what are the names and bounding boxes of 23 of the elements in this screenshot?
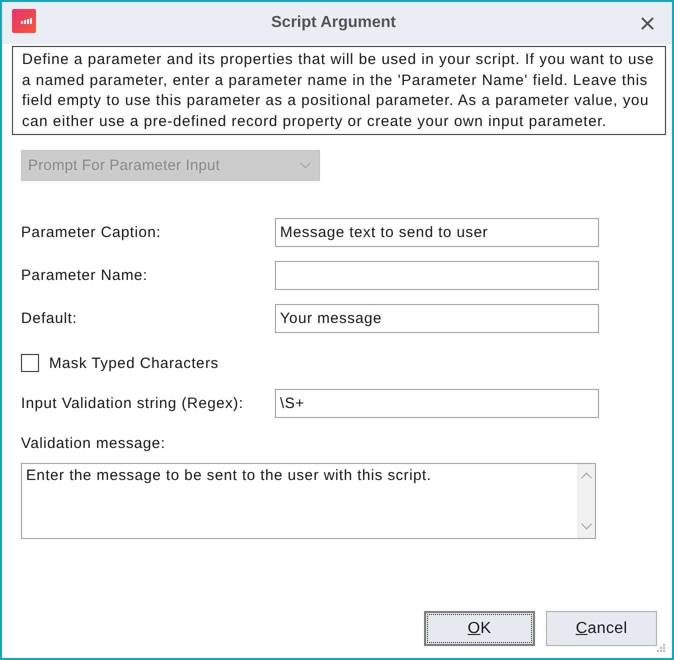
field-label: Validation message: [21,435,166,452]
checkbox-label[interactable]: Mask Typed Characters [49,354,219,372]
text-input-field[interactable] [275,261,599,290]
resize-grip-icon[interactable] [656,643,665,652]
window-title: Script Argument [270,14,397,32]
cancel-button[interactable]: Cancel [546,611,657,646]
checkbox[interactable] [21,354,39,372]
close-icon[interactable] [641,16,654,30]
text-input-field[interactable]: Your message [275,304,599,333]
vertical-scrollbar[interactable] [577,464,595,538]
signal-bars-icon [12,9,36,33]
field-label: Parameter Name: [21,267,149,284]
chevron-down-icon [300,162,311,169]
text-input-field[interactable]: Message text to send to user [275,218,599,247]
field-label: Default: [21,310,78,327]
text-input-field[interactable]: \S+ [275,389,599,418]
field-label: Input Validation string (Regex): [21,395,244,412]
field-label: Parameter Caption: [21,224,162,241]
ok-button[interactable]: OK [424,611,535,646]
description-text: Define a parameter and its properties that will be used in your script. If you want to use a named parameter, enter a parameter name in the 'Parameter Name' field. Leave this field empty to use this parameter as a positional parameter. As a parameter value, you can either use a pre-defined record property or create your own input parameter. [12,46,666,135]
validation-message-field[interactable]: Enter the message to be sent to the user with this script. [21,463,596,539]
chevron-down-icon[interactable] [580,523,592,530]
chevron-up-icon[interactable] [580,472,592,479]
